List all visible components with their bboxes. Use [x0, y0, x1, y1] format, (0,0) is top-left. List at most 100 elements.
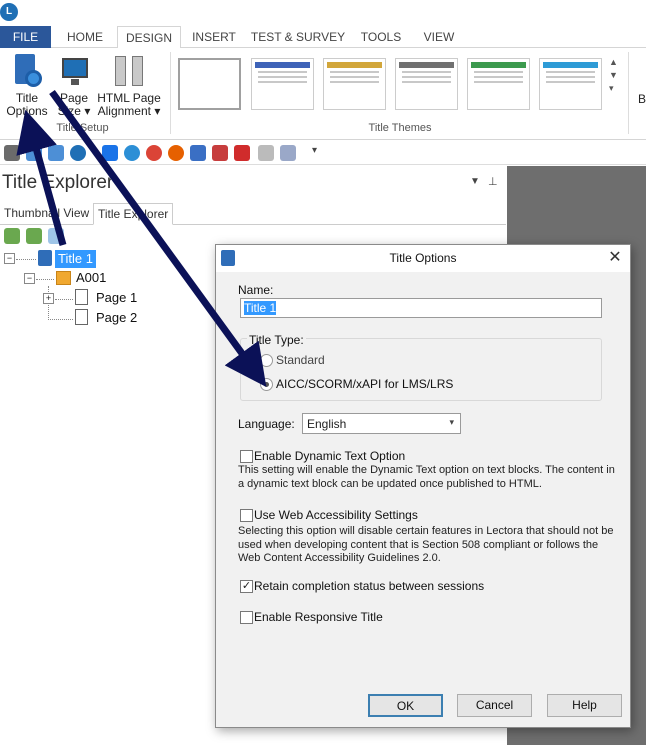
html-page-alignment-button[interactable]: HTML Page Alignment ▾ — [96, 54, 162, 118]
title-options-dialog: Title Options ✕ Name: Title 1 Title Type… — [215, 244, 631, 728]
page-icon — [75, 289, 88, 305]
name-field[interactable]: Title 1 — [240, 298, 602, 318]
theme-blue[interactable] — [251, 58, 314, 110]
title-setup-group-label: Title Setup — [56, 122, 109, 134]
theme-green[interactable] — [467, 58, 530, 110]
accessibility-checkbox[interactable] — [240, 509, 253, 522]
pane-menu-icon[interactable]: ▼ — [470, 176, 480, 187]
tree-connector — [36, 279, 54, 280]
alignment-label-2: Alignment ▾ — [97, 104, 161, 118]
language-select[interactable]: English ▾ — [302, 413, 461, 434]
tree-page-1[interactable]: Page 1 — [96, 289, 137, 307]
add-chapter-icon[interactable] — [4, 228, 20, 244]
retain-status-checkbox[interactable]: ✓ — [240, 580, 253, 593]
tree-title-root[interactable]: Title 1 — [55, 250, 96, 268]
dynamic-text-checkbox[interactable] — [240, 450, 253, 463]
customize-toolbar-icon[interactable]: ▾ — [312, 145, 317, 156]
theme-gold[interactable] — [323, 58, 386, 110]
expand-page-icon[interactable]: + — [43, 293, 54, 304]
theme-lightblue[interactable] — [539, 58, 602, 110]
edge-icon[interactable] — [124, 145, 140, 161]
language-value: English — [307, 417, 347, 431]
tab-title-explorer[interactable]: Title Explorer — [93, 203, 174, 225]
theme-gray[interactable] — [395, 58, 458, 110]
app-titlebar: L — [0, 0, 646, 26]
accessibility-description: Selecting this option will disable certa… — [238, 525, 614, 564]
ie-icon[interactable] — [102, 145, 118, 161]
save-icon[interactable] — [4, 145, 20, 161]
tree-connector — [48, 319, 73, 320]
tab-insert[interactable]: INSERT — [186, 26, 242, 48]
radio-standard[interactable] — [260, 354, 273, 367]
tab-tools[interactable]: TOOLS — [354, 26, 408, 48]
chevron-down-icon: ▾ — [449, 417, 454, 427]
collapse-chapter-icon[interactable]: − — [24, 273, 35, 284]
tab-thumbnail-view[interactable]: Thumbnail View — [0, 203, 93, 225]
add-page-icon[interactable] — [26, 228, 42, 244]
page-size-label-2: Size ▾ — [57, 104, 91, 118]
lectora-logo-icon: L — [0, 3, 18, 21]
tab-file[interactable]: FILE — [0, 26, 51, 48]
theme-blank[interactable] — [178, 58, 241, 110]
collapse-root-icon[interactable]: − — [4, 253, 15, 264]
accessibility-label: Use Web Accessibility Settings — [254, 508, 418, 522]
title-themes-group-label: Title Themes — [368, 122, 432, 134]
title-options-label-2: Options — [6, 104, 48, 118]
responsive-title-checkbox[interactable] — [240, 611, 253, 624]
theme-scroll[interactable]: ▲ ▼ ▾ — [609, 56, 618, 95]
publish-icon[interactable] — [190, 145, 206, 161]
tab-design[interactable]: DESIGN — [117, 26, 181, 49]
chrome-icon[interactable] — [146, 145, 162, 161]
name-value: Title 1 — [244, 301, 277, 315]
tab-home[interactable]: HOME — [58, 26, 112, 48]
preview-icon[interactable] — [70, 145, 86, 161]
title-book-icon — [38, 250, 52, 266]
var-icon[interactable] — [212, 145, 228, 161]
spellcheck-icon[interactable] — [280, 145, 296, 161]
radio-aicc-scorm[interactable] — [260, 378, 273, 391]
page-size-button[interactable]: Page Size ▾ — [52, 54, 96, 118]
dynamic-text-label: Enable Dynamic Text Option — [254, 449, 406, 463]
radio-aicc-scorm-label: AICC/SCORM/xAPI for LMS/LRS — [276, 377, 454, 391]
tree-connector — [55, 299, 73, 300]
dynamic-text-description: This setting will enable the Dynamic Tex… — [238, 464, 615, 490]
alignment-icon — [113, 54, 145, 88]
close-icon[interactable]: ✕ — [606, 249, 624, 267]
responsive-title-label: Enable Responsive Title — [254, 610, 383, 624]
tree-tool-icon[interactable] — [48, 228, 64, 244]
title-type-group — [240, 338, 602, 401]
toolbox-icon[interactable] — [234, 145, 250, 161]
ribbon-overflow-label: B — [638, 92, 646, 106]
redo-icon[interactable] — [48, 145, 64, 161]
ok-button[interactable]: OK — [368, 694, 443, 717]
dialog-title: Title Options — [389, 251, 457, 265]
ribbon-divider — [170, 52, 171, 134]
font-size-icon[interactable] — [258, 145, 274, 161]
page-icon — [75, 309, 88, 325]
quick-access-toolbar: ▾ — [0, 141, 646, 165]
retain-status-label: Retain completion status between session… — [254, 579, 485, 593]
ribbon-tabs: FILE HOME DESIGN INSERT TEST & SURVEY TO… — [0, 26, 646, 49]
pin-icon[interactable]: ⊥ — [488, 175, 498, 188]
title-options-icon — [11, 54, 43, 88]
undo-icon[interactable] — [26, 145, 42, 161]
dialog-titlebar: Title Options ✕ — [216, 245, 630, 272]
tree-chapter[interactable]: A001 — [76, 269, 106, 287]
chapter-icon — [56, 271, 71, 285]
help-button[interactable]: Help — [547, 694, 622, 717]
title-type-label: Title Type: — [247, 333, 306, 347]
monitor-icon — [58, 54, 90, 88]
name-label: Name: — [238, 283, 274, 297]
radio-standard-label: Standard — [276, 353, 325, 367]
explorer-title: Title Explorer — [2, 172, 114, 193]
firefox-icon[interactable] — [168, 145, 184, 161]
language-label: Language: — [238, 417, 295, 431]
tab-view[interactable]: VIEW — [415, 26, 463, 48]
tab-test-survey[interactable]: TEST & SURVEY — [250, 26, 346, 48]
ribbon-design: Title Options Page Size ▾ HTML Page Alig… — [0, 48, 646, 140]
tree-page-2[interactable]: Page 2 — [96, 309, 137, 327]
tree-connector — [16, 259, 36, 260]
title-options-button[interactable]: Title Options — [4, 54, 50, 118]
cancel-button[interactable]: Cancel — [457, 694, 532, 717]
ribbon-divider — [628, 52, 629, 134]
